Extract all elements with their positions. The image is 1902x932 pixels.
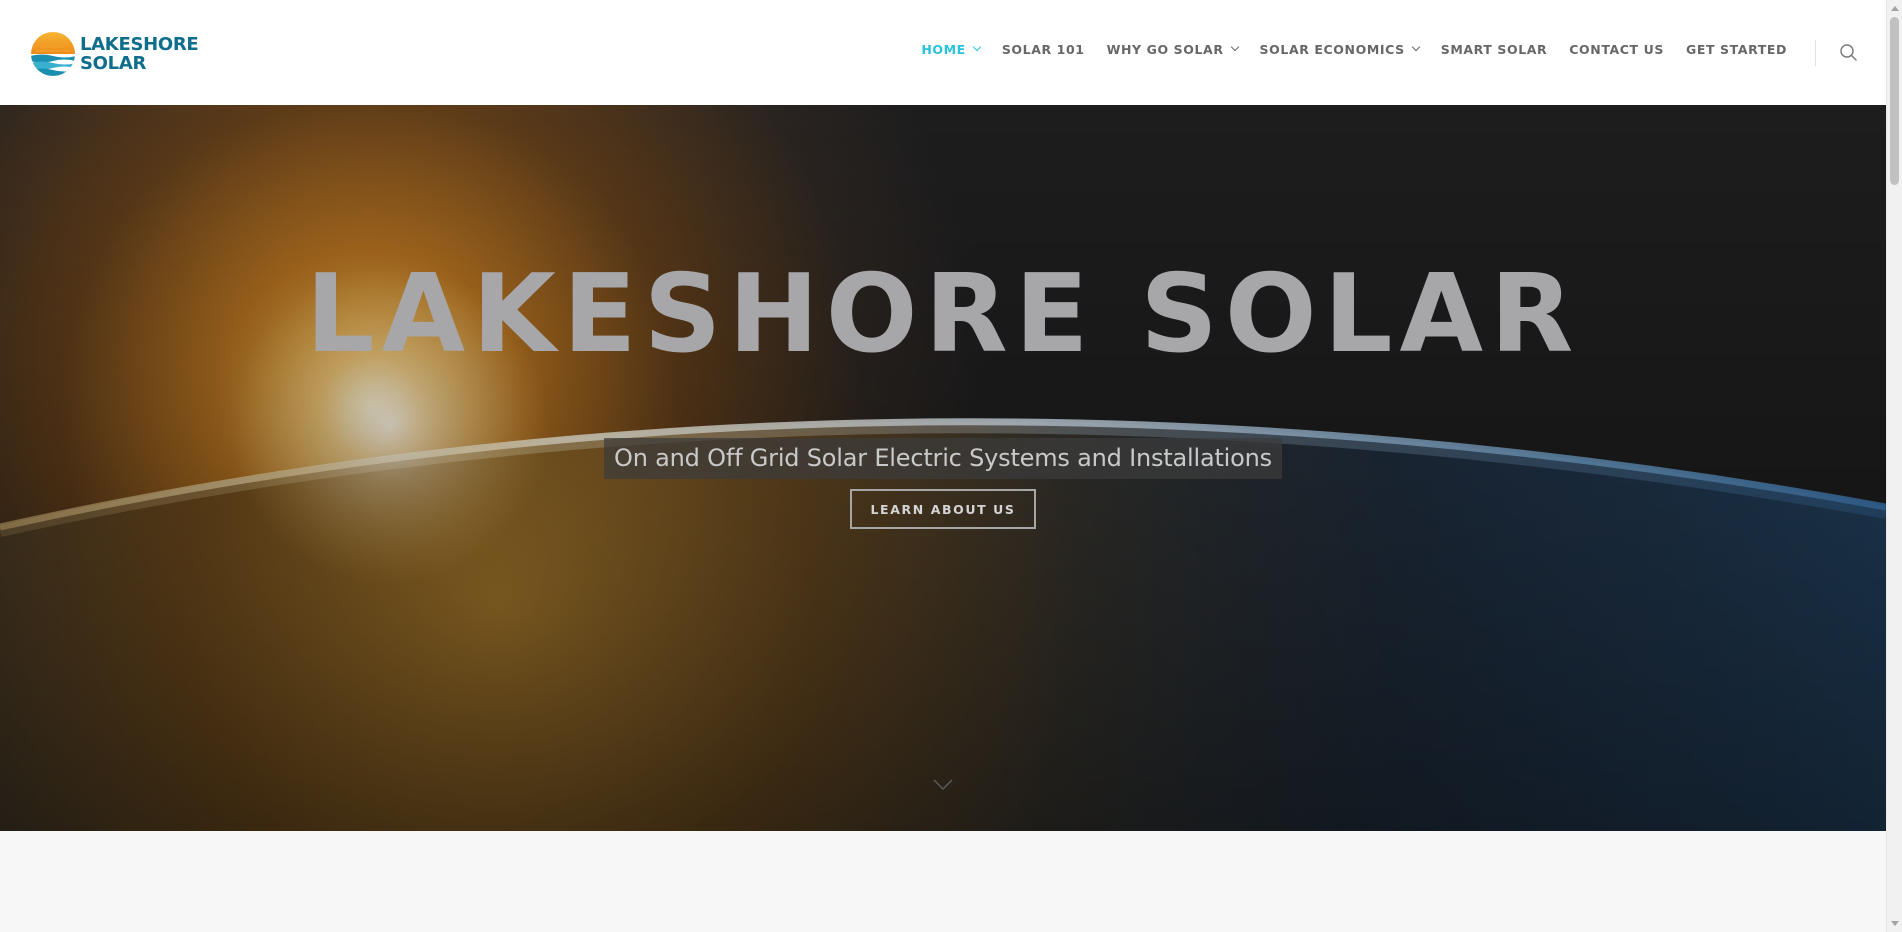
hero-section: LAKESHORE SOLAR On and Off Grid Solar El… (0, 105, 1886, 831)
nav-item-label: HOME (921, 42, 966, 57)
hero-subtitle-wrapper: On and Off Grid Solar Electric Systems a… (0, 438, 1886, 479)
sun-over-water-logo-icon (31, 32, 75, 76)
nav-item-label: CONTACT US (1569, 42, 1664, 57)
chevron-down-icon (1411, 42, 1420, 52)
chevron-down-icon (1230, 42, 1239, 52)
scroll-up-arrow-icon[interactable] (1891, 6, 1899, 11)
search-icon (1840, 44, 1857, 61)
nav-item-contact-us[interactable]: CONTACT US (1569, 42, 1664, 57)
page-scrollbar[interactable] (1886, 0, 1902, 932)
content-section (0, 831, 1886, 932)
hero-title: LAKESHORE SOLAR (305, 252, 1581, 377)
hero-cta-wrapper: LEARN ABOUT US (0, 489, 1886, 529)
nav-item-label: GET STARTED (1685, 42, 1787, 57)
nav-item-solar-economics[interactable]: SOLAR ECONOMICS (1259, 42, 1420, 57)
chevron-down-icon[interactable] (932, 778, 954, 792)
scrollbar-thumb[interactable] (1890, 17, 1899, 185)
main-nav: HOME SOLAR 101 WHY GO SOLAR SOLAR ECONOM… (899, 42, 1787, 57)
scroll-down-arrow-icon[interactable] (1891, 921, 1899, 926)
nav-item-label: SMART SOLAR (1440, 42, 1548, 57)
nav-divider (1815, 40, 1816, 66)
chevron-down-icon (972, 42, 982, 52)
nav-item-smart-solar[interactable]: SMART SOLAR (1441, 42, 1548, 57)
logo-text-line2: SOLAR (80, 53, 147, 74)
site-logo[interactable]: LAKESHORE SOLAR (30, 31, 199, 77)
nav-item-home[interactable]: HOME (921, 42, 982, 57)
nav-item-solar-101[interactable]: SOLAR 101 (1002, 42, 1085, 57)
search-button[interactable] (1838, 42, 1860, 64)
nav-item-label: WHY GO SOLAR (1106, 42, 1224, 57)
page: LAKESHORE SOLAR HOME SOLAR 101 WHY GO SO… (0, 0, 1902, 932)
site-header: LAKESHORE SOLAR HOME SOLAR 101 WHY GO SO… (0, 0, 1886, 105)
nav-item-label: SOLAR 101 (1001, 42, 1085, 57)
nav-item-why-go-solar[interactable]: WHY GO SOLAR (1106, 42, 1239, 57)
logo-wordmark: LAKESHORE SOLAR (80, 34, 199, 74)
hero-subtitle: On and Off Grid Solar Electric Systems a… (604, 438, 1282, 479)
learn-about-us-button[interactable]: LEARN ABOUT US (850, 489, 1036, 529)
logo-text-line1: LAKESHORE (80, 34, 199, 55)
nav-item-get-started[interactable]: GET STARTED (1686, 42, 1787, 57)
nav-item-label: SOLAR ECONOMICS (1259, 42, 1405, 57)
